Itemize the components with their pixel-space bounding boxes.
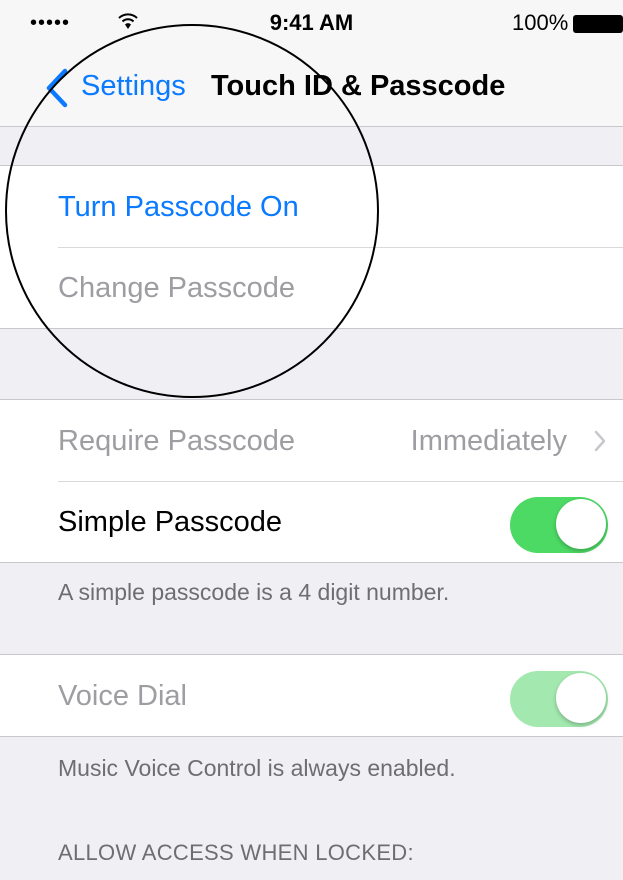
require-passcode-cell: Require Passcode Immediately: [0, 400, 623, 481]
voice-dial-toggle: [510, 671, 608, 727]
back-chevron-icon[interactable]: [44, 68, 70, 108]
battery-icon: [573, 15, 623, 33]
voice-dial-group: Voice Dial: [0, 654, 623, 737]
status-bar: ••••• 9:41 AM 100%: [0, 0, 623, 46]
require-passcode-label: Require Passcode: [58, 425, 295, 457]
page-title: Touch ID & Passcode: [211, 70, 506, 102]
simple-passcode-toggle[interactable]: [510, 497, 608, 553]
battery-percentage: 100%: [512, 10, 569, 35]
simple-passcode-cell: Simple Passcode: [0, 481, 623, 562]
simple-passcode-footer: A simple passcode is a 4 digit number.: [58, 579, 450, 605]
turn-passcode-on-cell[interactable]: Turn Passcode On: [0, 166, 623, 247]
toggle-knob: [556, 499, 606, 549]
require-passcode-value: Immediately: [410, 425, 567, 457]
passcode-settings-group: Require Passcode Immediately Simple Pass…: [0, 399, 623, 563]
navigation-bar: Settings Touch ID & Passcode: [0, 46, 623, 127]
back-button[interactable]: Settings: [81, 66, 186, 106]
chevron-right-icon: [594, 430, 606, 452]
change-passcode-label: Change Passcode: [58, 272, 295, 304]
voice-dial-label: Voice Dial: [58, 680, 187, 712]
voice-dial-cell: Voice Dial: [0, 655, 623, 736]
simple-passcode-label: Simple Passcode: [58, 506, 283, 538]
turn-passcode-on-button[interactable]: Turn Passcode On: [58, 186, 299, 228]
change-passcode-cell: Change Passcode: [0, 247, 623, 328]
toggle-knob: [556, 673, 606, 723]
allow-access-section-header: ALLOW ACCESS WHEN LOCKED:: [58, 840, 414, 865]
voice-dial-footer: Music Voice Control is always enabled.: [58, 755, 456, 781]
passcode-group: Turn Passcode On Change Passcode: [0, 165, 623, 329]
